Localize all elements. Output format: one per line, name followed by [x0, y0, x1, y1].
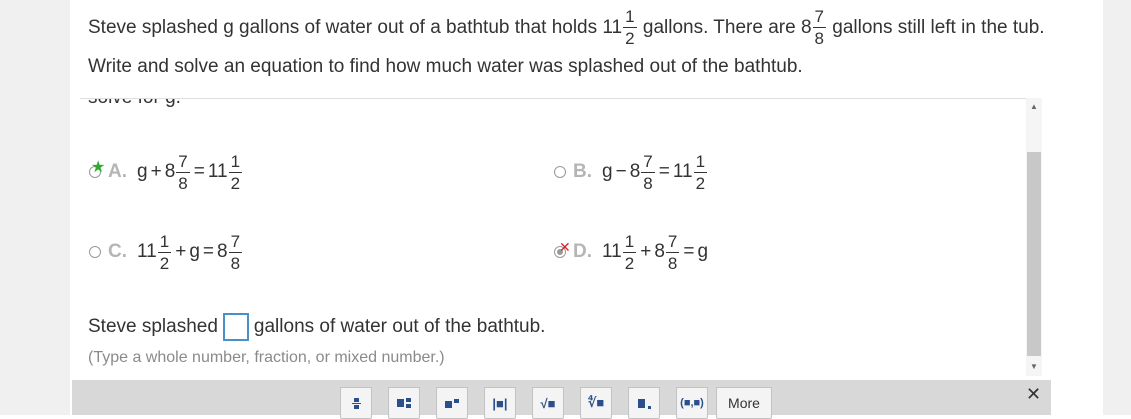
fraction-numerator: 1: [693, 151, 708, 173]
cut-off-instruction: solve for g.: [88, 99, 181, 109]
option-d-equation: 11 12 + 8 78 = g: [602, 233, 708, 272]
fraction: 78: [228, 231, 243, 273]
variable: g: [697, 241, 709, 262]
fraction: 12: [693, 151, 708, 193]
fraction: 78: [665, 231, 680, 273]
question-part1: Steve splashed g gallons of water out of…: [88, 17, 623, 38]
answer-sentence: Steve splashed gallons of water out of t…: [88, 313, 545, 341]
operator: −: [615, 161, 627, 182]
nth-root-icon[interactable]: ∜■: [580, 387, 612, 419]
option-b-letter: B.: [573, 161, 592, 182]
option-a[interactable]: ★ A. g + 8 78 = 11 12: [88, 147, 243, 197]
option-b-radio[interactable]: [553, 164, 569, 180]
option-d[interactable]: ✕ D. 11 12 + 8 78 = g: [553, 227, 708, 277]
fraction-numerator: 1: [228, 151, 243, 173]
fraction-numerator: 1: [157, 231, 172, 253]
fraction-denominator: 2: [625, 29, 635, 49]
option-d-radio[interactable]: ✕: [553, 240, 571, 260]
fraction-denominator: 2: [695, 173, 706, 193]
fraction-numerator: 7: [228, 231, 243, 253]
whole-number: 11: [672, 161, 693, 182]
exponent-icon[interactable]: [436, 387, 468, 419]
fraction-numerator: 7: [641, 151, 655, 173]
fraction: 12: [228, 151, 243, 193]
fraction: 12: [622, 231, 637, 273]
tub-fraction: 12: [623, 7, 637, 49]
radio-circle: [89, 246, 101, 258]
operator: +: [150, 161, 162, 182]
vertical-scrollbar[interactable]: ▲ ▼: [1026, 98, 1042, 376]
ordered-pair-icon[interactable]: (■,■): [676, 387, 708, 419]
equals-sign: =: [193, 161, 205, 182]
equals-sign: =: [202, 241, 214, 262]
variable: g: [602, 161, 613, 182]
fraction-denominator: 8: [814, 29, 824, 49]
option-c[interactable]: C. 11 12 + g = 8 78: [88, 227, 243, 277]
option-c-equation: 11 12 + g = 8 78: [137, 233, 243, 272]
option-a-equation: g + 8 78 = 11 12: [137, 153, 243, 192]
option-a-letter: A.: [108, 161, 127, 182]
radio-circle: [554, 166, 566, 178]
fraction-icon[interactable]: [340, 387, 372, 419]
whole-number: 11: [602, 241, 622, 262]
question-part2: gallons. There are 8: [637, 17, 812, 38]
whole-number: 11: [137, 241, 157, 262]
scrollbar-thumb[interactable]: [1027, 152, 1041, 356]
input-hint: (Type a whole number, fraction, or mixed…: [88, 349, 445, 366]
fraction-numerator: 7: [665, 231, 680, 253]
left-gutter: [0, 0, 70, 415]
equals-sign: =: [658, 161, 670, 182]
scroll-down-arrow-icon[interactable]: ▼: [1026, 360, 1042, 374]
variable: g: [189, 241, 200, 262]
mixed-number-icon[interactable]: [388, 387, 420, 419]
whole-number: 8: [217, 241, 228, 262]
question-text: Steve splashed g gallons of water out of…: [88, 8, 1048, 86]
fraction-denominator: 2: [624, 253, 635, 273]
math-toolbar: |■| √■ ∜■ (■,■) More: [72, 380, 1051, 419]
fraction-denominator: 2: [159, 253, 170, 273]
whole-number: 8: [629, 161, 641, 182]
square-root-icon[interactable]: √■: [532, 387, 564, 419]
fraction-numerator: 1: [622, 231, 637, 253]
fraction-denominator: 8: [178, 173, 188, 193]
absolute-value-icon[interactable]: |■|: [484, 387, 516, 419]
answer-prefix: Steve splashed: [88, 316, 218, 337]
scroll-up-arrow-icon[interactable]: ▲: [1026, 100, 1042, 114]
fraction: 78: [176, 151, 190, 193]
correct-star-icon: ★: [91, 159, 106, 176]
operator: +: [175, 241, 187, 262]
whole-number: 8: [164, 161, 176, 182]
fraction-numerator: 7: [812, 7, 826, 29]
whole-number: 11: [207, 161, 228, 182]
fraction-denominator: 8: [643, 173, 653, 193]
fraction-denominator: 8: [667, 253, 678, 273]
remaining-fraction: 78: [812, 7, 826, 49]
option-c-letter: C.: [108, 241, 127, 262]
fraction-numerator: 7: [176, 151, 190, 173]
answer-suffix: gallons of water out of the bathtub.: [253, 316, 546, 337]
decimal-icon[interactable]: [628, 387, 660, 419]
operator: +: [640, 241, 652, 262]
option-c-radio[interactable]: [88, 244, 104, 260]
answer-input[interactable]: [222, 313, 249, 341]
fraction-numerator: 1: [623, 7, 637, 29]
incorrect-x-icon: ✕: [559, 239, 571, 255]
option-a-radio[interactable]: ★: [88, 160, 105, 180]
more-button[interactable]: More: [716, 387, 772, 419]
equals-sign: =: [683, 241, 695, 262]
right-gutter: [1103, 0, 1131, 415]
fraction-denominator: 8: [230, 253, 241, 273]
option-b-equation: g − 8 78 = 11 12: [602, 153, 708, 192]
close-icon[interactable]: ✕: [1026, 384, 1041, 405]
answer-panel[interactable]: solve for g. ★ A. g + 8 78 = 11 12 B. g …: [80, 98, 1042, 376]
variable: g: [137, 161, 148, 182]
whole-number: 8: [654, 241, 665, 262]
fraction: 12: [157, 231, 172, 273]
option-b[interactable]: B. g − 8 78 = 11 12: [553, 147, 708, 197]
fraction-denominator: 2: [230, 173, 241, 193]
option-d-letter: D.: [573, 241, 592, 262]
fraction: 78: [641, 151, 655, 193]
